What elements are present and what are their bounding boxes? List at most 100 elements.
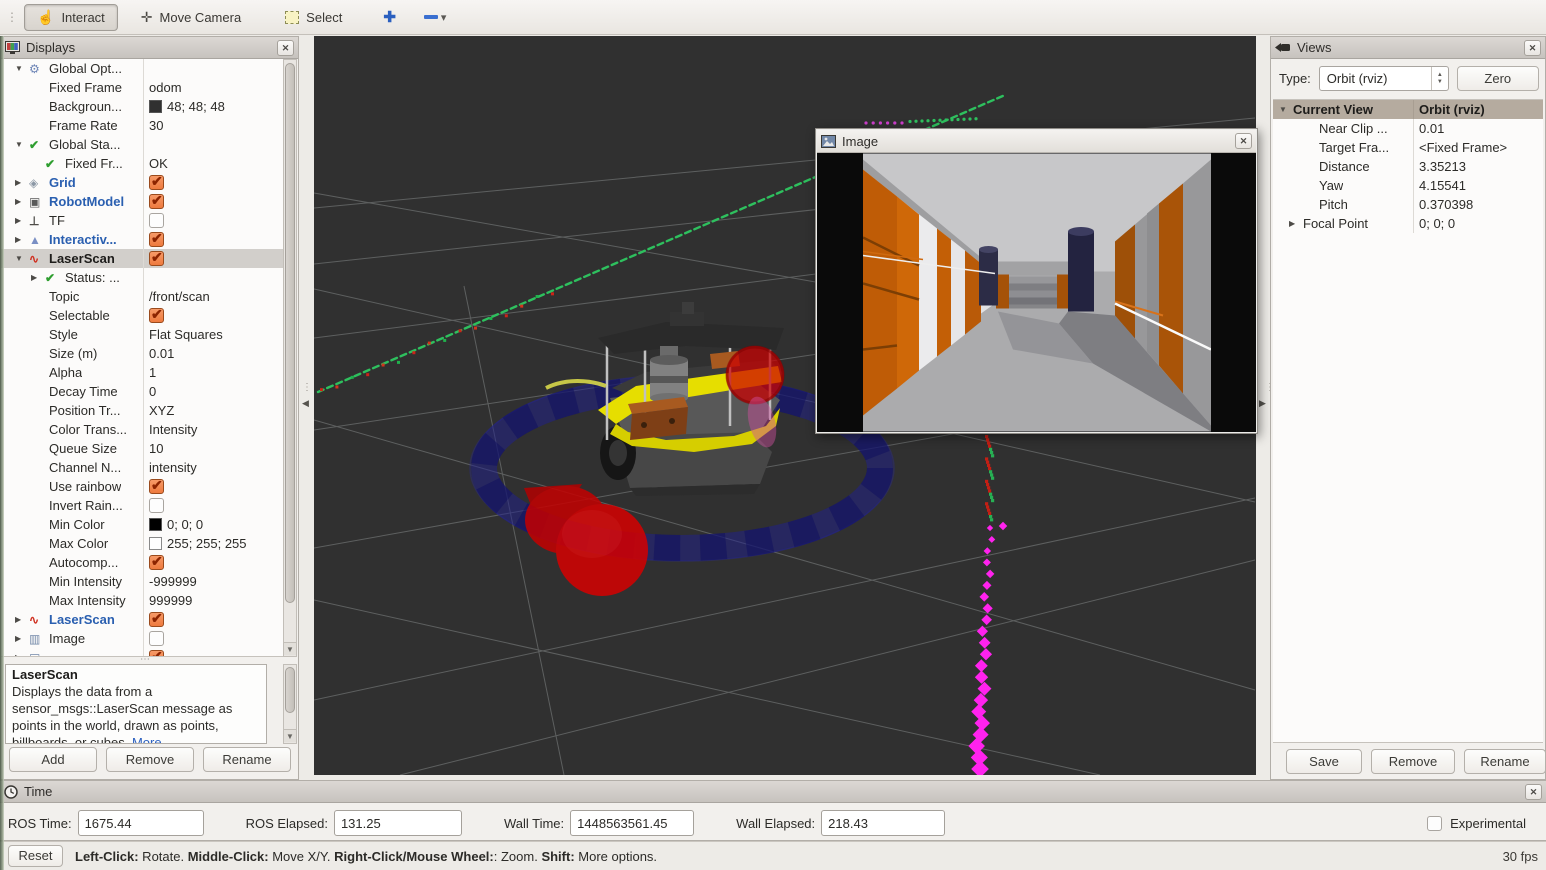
row-value[interactable]: 1 xyxy=(143,363,284,382)
expand-arrow-icon[interactable]: ▶ xyxy=(13,197,29,206)
tree-row[interactable]: ▶▲Interactiv... xyxy=(1,230,284,249)
expand-arrow-icon[interactable]: ▼ xyxy=(13,140,29,149)
row-value[interactable] xyxy=(143,496,284,515)
displays-close-button[interactable]: ✕ xyxy=(277,40,294,56)
row-value[interactable]: XYZ xyxy=(143,401,284,420)
expand-arrow-icon[interactable]: ▶ xyxy=(13,653,29,657)
reset-button[interactable]: Reset xyxy=(8,845,63,867)
views-close-button[interactable]: ✕ xyxy=(1524,40,1541,56)
row-value[interactable]: 0.370398 xyxy=(1413,195,1543,214)
checkbox[interactable] xyxy=(149,555,164,570)
checkbox[interactable] xyxy=(149,612,164,627)
tree-row[interactable]: Near Clip ...0.01 xyxy=(1273,119,1543,138)
expand-arrow-icon[interactable]: ▶ xyxy=(13,634,29,643)
collapse-left-icon[interactable]: ◀ xyxy=(302,398,309,409)
tree-row[interactable]: ▶▣RobotModel xyxy=(1,192,284,211)
remove-view-button[interactable]: Remove xyxy=(1371,749,1455,774)
view-type-combo[interactable]: Orbit (rviz) ▲▼ xyxy=(1319,66,1449,91)
row-value[interactable]: -999999 xyxy=(143,572,284,591)
tree-row[interactable]: Selectable xyxy=(1,306,284,325)
more-link[interactable]: More... xyxy=(132,735,172,744)
tree-row[interactable]: Invert Rain... xyxy=(1,496,284,515)
image-window-header[interactable]: Image ✕ xyxy=(817,130,1256,153)
ros-time-input[interactable] xyxy=(78,810,204,836)
tree-row[interactable]: Size (m)0.01 xyxy=(1,344,284,363)
tree-row[interactable]: Max Color255; 255; 255 xyxy=(1,534,284,553)
tree-row[interactable]: Distance3.35213 xyxy=(1273,157,1543,176)
tree-row[interactable]: Fixed Frameodom xyxy=(1,78,284,97)
row-value[interactable] xyxy=(143,135,284,154)
collapse-right-icon[interactable]: ▶ xyxy=(1259,398,1266,409)
row-value[interactable]: Orbit (rviz) xyxy=(1413,100,1543,119)
row-value[interactable]: 255; 255; 255 xyxy=(143,534,284,553)
row-value[interactable]: intensity xyxy=(143,458,284,477)
tree-row[interactable]: Channel N...intensity xyxy=(1,458,284,477)
zero-button[interactable]: Zero xyxy=(1457,66,1539,91)
tree-row[interactable]: ▶▥Image xyxy=(1,629,284,648)
remove-display-button[interactable]: Remove xyxy=(106,747,194,772)
wall-elapsed-input[interactable] xyxy=(821,810,945,836)
row-value[interactable] xyxy=(143,629,284,648)
row-value[interactable]: 0; 0; 0 xyxy=(143,515,284,534)
tree-row[interactable]: StyleFlat Squares xyxy=(1,325,284,344)
row-value[interactable] xyxy=(143,268,284,287)
ros-elapsed-input[interactable] xyxy=(334,810,462,836)
checkbox[interactable] xyxy=(149,213,164,228)
tree-row[interactable]: Autocomp... xyxy=(1,553,284,572)
tree-row[interactable]: Position Tr...XYZ xyxy=(1,401,284,420)
views-panel-header[interactable]: Views ✕ xyxy=(1271,37,1545,59)
row-value[interactable] xyxy=(143,306,284,325)
remove-tool-button[interactable]: ▾ xyxy=(424,11,447,24)
tree-row[interactable]: Topic/front/scan xyxy=(1,287,284,306)
tree-row[interactable]: ▶◈Grid xyxy=(1,173,284,192)
select-tool-button[interactable]: Select xyxy=(272,5,355,30)
row-value[interactable]: <Fixed Frame> xyxy=(1413,138,1543,157)
save-view-button[interactable]: Save xyxy=(1286,749,1362,774)
row-value[interactable] xyxy=(143,192,284,211)
checkbox[interactable] xyxy=(149,631,164,646)
tree-row[interactable]: Alpha1 xyxy=(1,363,284,382)
checkbox[interactable] xyxy=(149,479,164,494)
experimental-checkbox[interactable] xyxy=(1427,816,1442,831)
tree-row[interactable]: Queue Size10 xyxy=(1,439,284,458)
row-value[interactable]: Intensity xyxy=(143,420,284,439)
tree-row[interactable]: ▶∿LaserScan xyxy=(1,610,284,629)
expand-arrow-icon[interactable]: ▶ xyxy=(13,615,29,624)
interactive-marker-left-icon[interactable] xyxy=(524,484,648,596)
row-value[interactable]: /front/scan xyxy=(143,287,284,306)
row-value[interactable]: 48; 48; 48 xyxy=(143,97,284,116)
expand-arrow-icon[interactable]: ▶ xyxy=(13,235,29,244)
tree-row[interactable]: Decay Time0 xyxy=(1,382,284,401)
row-value[interactable]: 0.01 xyxy=(1413,119,1543,138)
row-value[interactable] xyxy=(143,59,284,78)
expand-arrow-icon[interactable]: ▶ xyxy=(1287,219,1303,228)
tree-row[interactable]: ✔Fixed Fr...OK xyxy=(1,154,284,173)
tree-row[interactable]: Frame Rate30 xyxy=(1,116,284,135)
move-camera-tool-button[interactable]: ✛ Move Camera xyxy=(128,4,254,31)
expand-arrow-icon[interactable]: ▶ xyxy=(29,273,45,282)
row-value[interactable]: odom xyxy=(143,78,284,97)
displays-tree-scrollbar[interactable]: ▼ xyxy=(283,59,297,657)
tree-row[interactable]: ▼Current ViewOrbit (rviz) xyxy=(1273,100,1543,119)
image-window-close-button[interactable]: ✕ xyxy=(1235,133,1252,149)
row-value[interactable]: 999999 xyxy=(143,591,284,610)
checkbox[interactable] xyxy=(149,194,164,209)
tree-row[interactable]: Target Fra...<Fixed Frame> xyxy=(1273,138,1543,157)
time-close-button[interactable]: ✕ xyxy=(1525,784,1542,800)
interact-tool-button[interactable]: ☝ Interact xyxy=(24,4,118,31)
spinner-icons[interactable]: ▲▼ xyxy=(1431,67,1448,90)
tree-row[interactable]: Max Intensity999999 xyxy=(1,591,284,610)
add-tool-button[interactable]: ✚ xyxy=(379,8,400,26)
row-value[interactable]: 0 xyxy=(143,382,284,401)
expand-arrow-icon[interactable]: ▼ xyxy=(13,64,29,73)
row-value[interactable] xyxy=(143,211,284,230)
tree-row[interactable]: Color Trans...Intensity xyxy=(1,420,284,439)
image-window[interactable]: Image ✕ xyxy=(815,128,1258,434)
tree-row[interactable]: ▼✔Global Sta... xyxy=(1,135,284,154)
left-splitter[interactable]: ⋮ ◀ xyxy=(299,36,314,775)
tree-row[interactable]: Use rainbow xyxy=(1,477,284,496)
right-splitter[interactable]: ▶ ⋮ xyxy=(1256,36,1271,775)
add-display-button[interactable]: Add xyxy=(9,747,97,772)
toolbar-grip-icon[interactable]: ⋮ xyxy=(6,10,14,24)
row-value[interactable]: 10 xyxy=(143,439,284,458)
